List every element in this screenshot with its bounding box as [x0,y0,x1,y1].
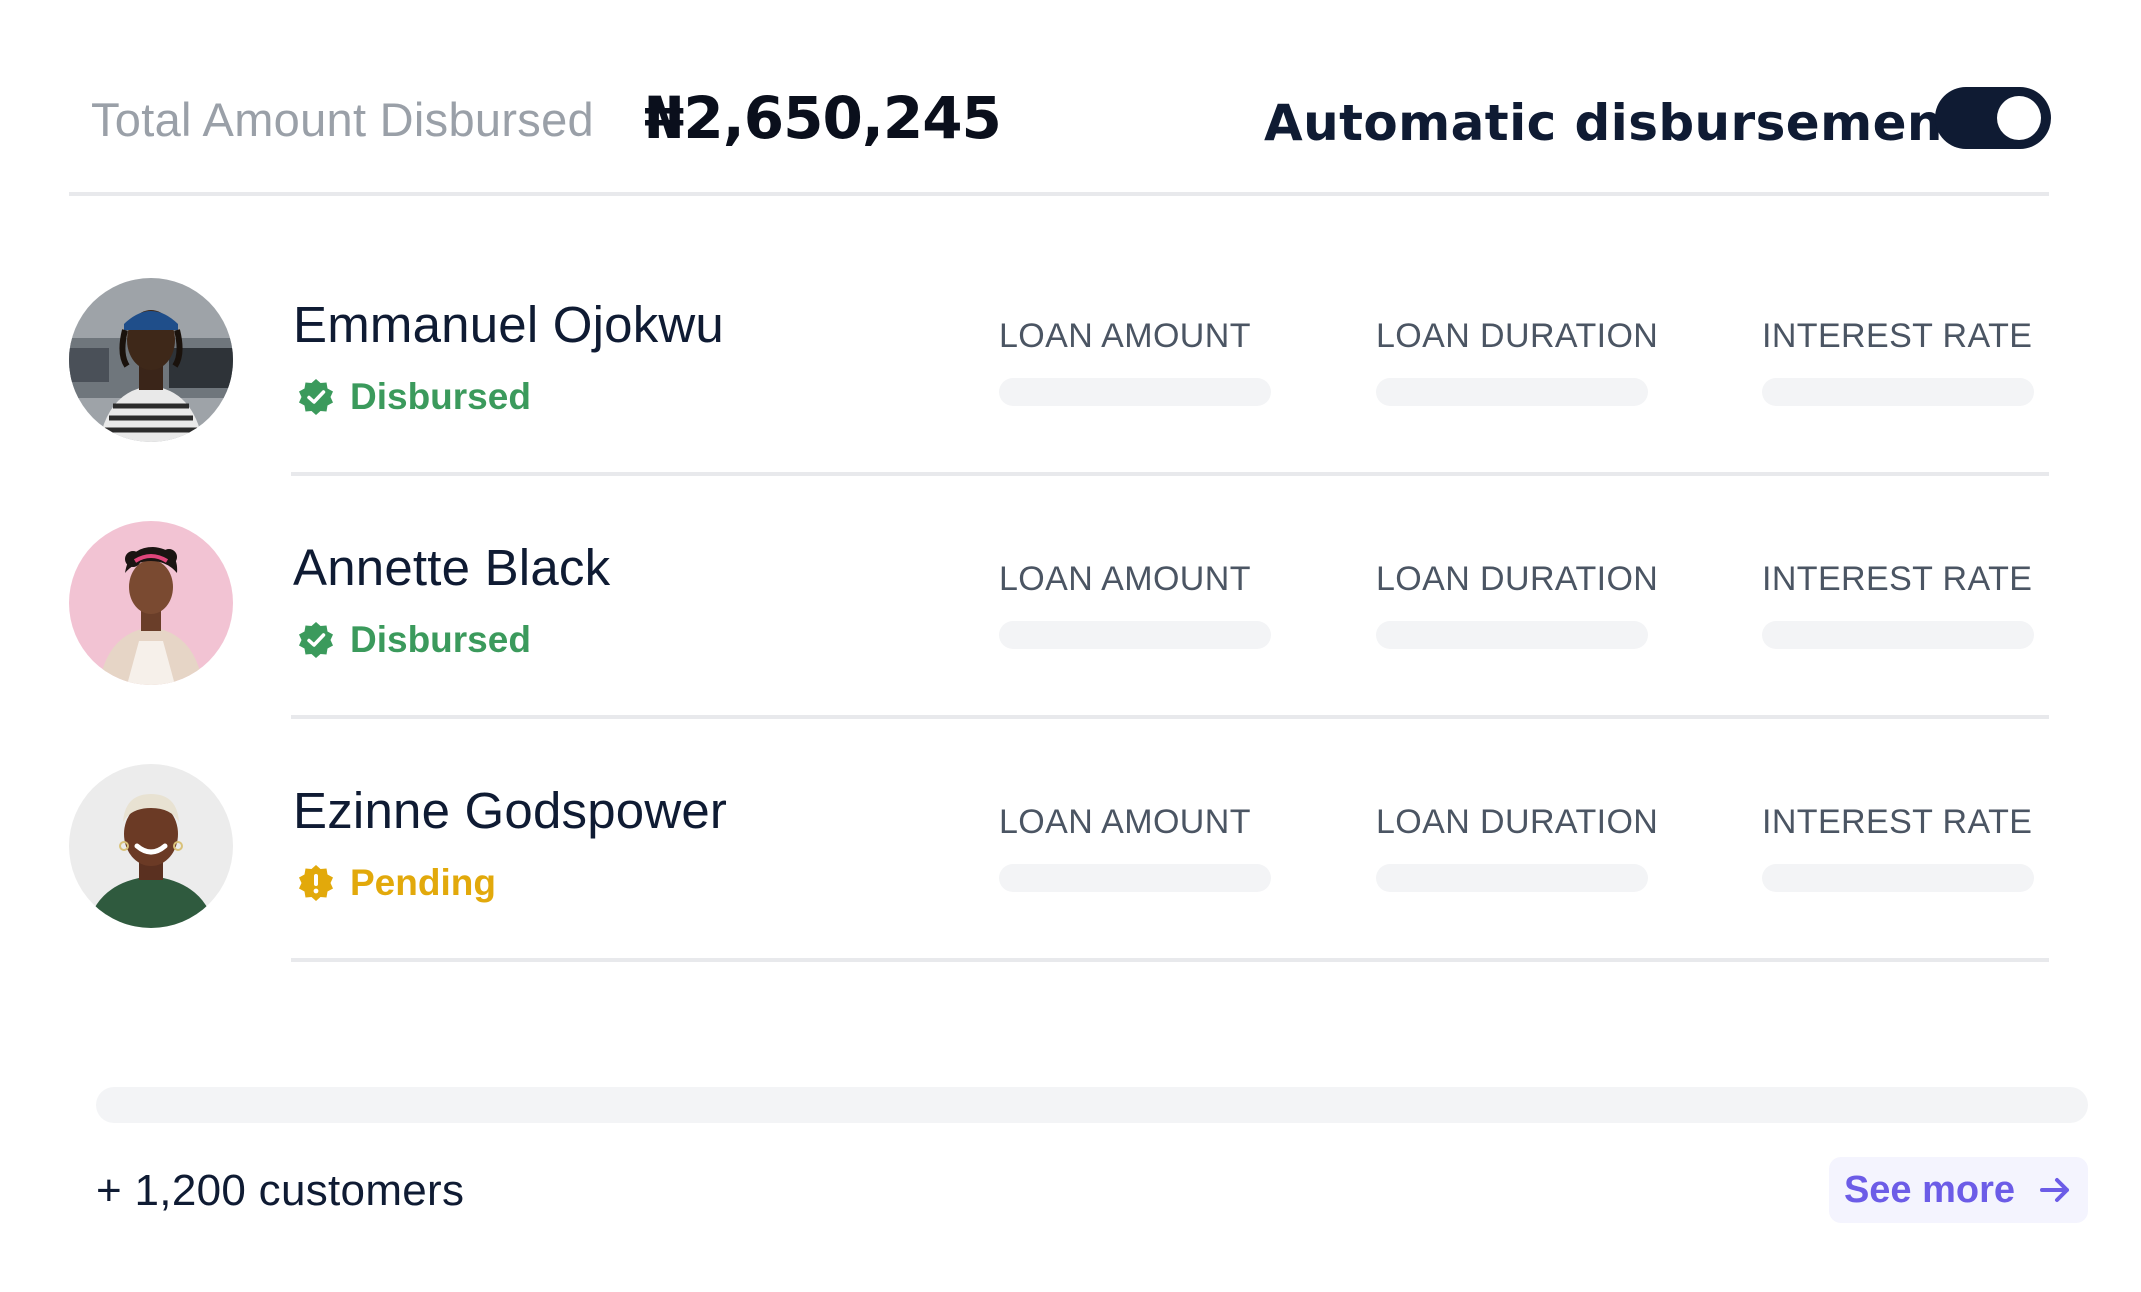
check-badge-icon [296,377,336,417]
automatic-disbursement-label: Automatic disbursement [1264,94,1968,152]
status-badge: Disbursed [296,375,531,419]
alert-badge-icon [296,863,336,903]
customer-row[interactable]: Emmanuel Ojokwu Disbursed LOAN AMOUNT LO… [69,233,2049,476]
interest-rate-label: INTEREST RATE [1762,317,2033,355]
footer-placeholder-bar [96,1087,2088,1123]
disbursement-header: Total Amount Disbursed ₦2,650,245 Automa… [69,78,2051,196]
avatar [69,521,233,685]
loan-duration-label: LOAN DURATION [1376,317,1659,355]
see-more-button[interactable]: See more [1829,1157,2088,1223]
interest-rate-placeholder [1762,864,2034,892]
automatic-disbursement-toggle[interactable] [1935,87,2051,149]
avatar [69,764,233,928]
customer-name: Emmanuel Ojokwu [293,296,724,353]
row-divider [291,958,2049,962]
see-more-label: See more [1843,1168,2016,1211]
loan-duration-placeholder [1376,621,1648,649]
customer-row[interactable]: Ezinne Godspower Pending LOAN AMOUNT LOA… [69,719,2049,962]
avatar [69,278,233,442]
customer-name: Annette Black [293,539,611,596]
arrow-right-icon [2037,1172,2073,1208]
customer-name: Ezinne Godspower [293,782,728,839]
loan-amount-label: LOAN AMOUNT [999,317,1251,355]
status-badge: Disbursed [296,618,531,662]
status-label: Pending [350,862,496,903]
loan-duration-placeholder [1376,864,1648,892]
loan-duration-placeholder [1376,378,1648,406]
total-amount-value: ₦2,650,245 [644,84,1002,152]
interest-rate-label: INTEREST RATE [1762,560,2033,598]
check-badge-icon [296,620,336,660]
loan-amount-label: LOAN AMOUNT [999,803,1251,841]
status-badge: Pending [296,861,496,905]
loan-amount-placeholder [999,864,1271,892]
loan-duration-label: LOAN DURATION [1376,560,1659,598]
loan-amount-label: LOAN AMOUNT [999,560,1251,598]
interest-rate-placeholder [1762,621,2034,649]
customers-count: + 1,200 customers [96,1166,465,1215]
status-label: Disbursed [350,376,531,417]
loan-amount-placeholder [999,621,1271,649]
customer-row[interactable]: Annette Black Disbursed LOAN AMOUNT LOAN… [69,476,2049,719]
interest-rate-label: INTEREST RATE [1762,803,2033,841]
interest-rate-placeholder [1762,378,2034,406]
toggle-knob [1997,96,2041,140]
total-amount-label: Total Amount Disbursed [91,93,594,146]
status-label: Disbursed [350,619,531,660]
loan-amount-placeholder [999,378,1271,406]
loan-duration-label: LOAN DURATION [1376,803,1659,841]
